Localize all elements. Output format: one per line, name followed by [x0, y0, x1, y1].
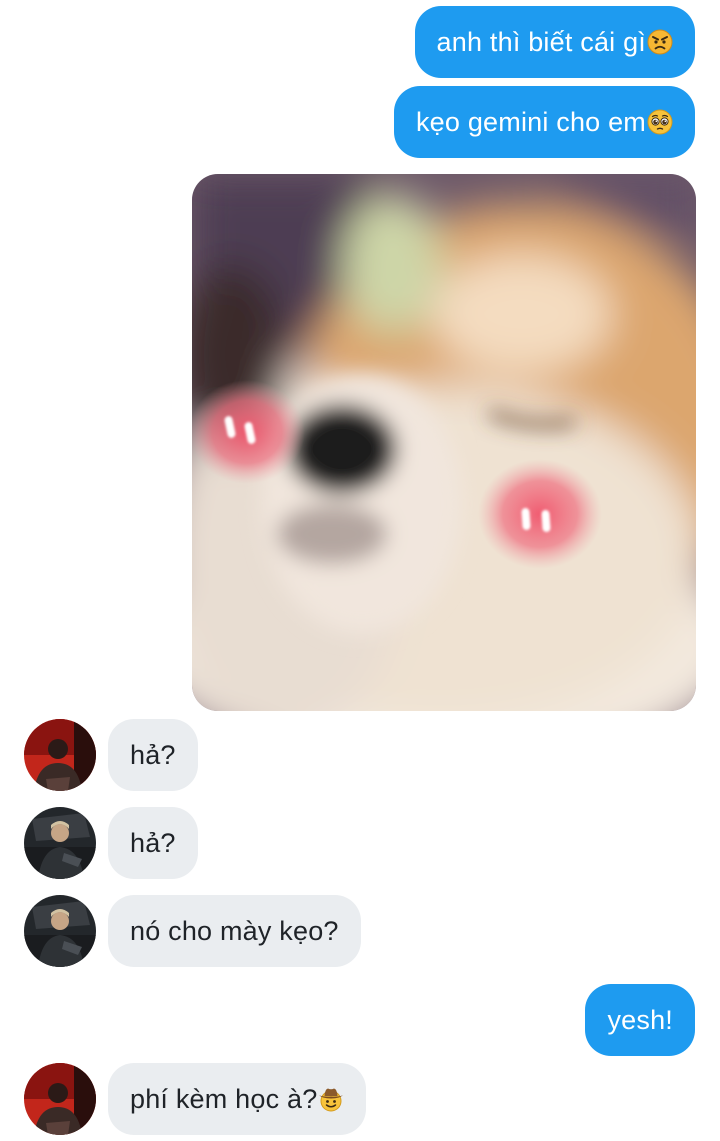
profile-photo-red: [24, 1063, 96, 1135]
message-text: hả?: [130, 828, 176, 858]
incoming-message-bubble[interactable]: nó cho mày kẹo?: [108, 895, 361, 967]
message-text: yesh!: [607, 1005, 673, 1035]
chat-thread: anh thì biết cái gì kẹo gemini cho em hả…: [0, 0, 720, 1141]
profile-photo-dark: [24, 895, 96, 967]
blushing-shiba-dog-photo[interactable]: [192, 174, 696, 711]
message-text: hả?: [130, 740, 176, 770]
avatar[interactable]: [24, 719, 96, 791]
incoming-message-bubble[interactable]: phí kèm học à?: [108, 1063, 367, 1135]
shiba-dog-image: [192, 174, 696, 711]
incoming-message-bubble[interactable]: hả?: [108, 719, 198, 791]
angry-face-icon: [647, 29, 673, 55]
message-text: nó cho mày kẹo?: [130, 916, 339, 946]
avatar[interactable]: [24, 807, 96, 879]
profile-photo-dark: [24, 807, 96, 879]
message-text: phí kèm học à?: [130, 1084, 318, 1114]
outgoing-message-bubble[interactable]: yesh!: [585, 984, 695, 1056]
avatar[interactable]: [24, 895, 96, 967]
incoming-message-bubble[interactable]: hả?: [108, 807, 198, 879]
outgoing-message-bubble[interactable]: anh thì biết cái gì: [414, 6, 695, 78]
profile-photo-red: [24, 719, 96, 791]
pleading-face-icon: [647, 109, 673, 135]
cowboy-face-icon: [319, 1088, 344, 1112]
message-text: kẹo gemini cho em: [415, 107, 646, 137]
avatar[interactable]: [24, 1063, 96, 1135]
outgoing-message-bubble[interactable]: kẹo gemini cho em: [393, 86, 695, 158]
message-text: anh thì biết cái gì: [436, 27, 646, 57]
